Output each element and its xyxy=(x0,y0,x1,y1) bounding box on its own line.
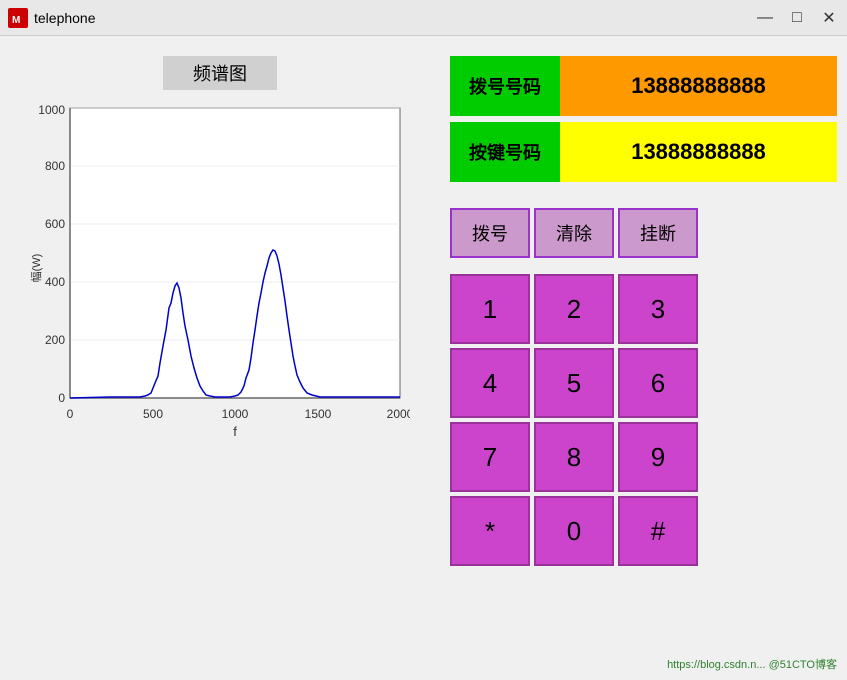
svg-text:600: 600 xyxy=(45,217,65,231)
close-button[interactable]: ✕ xyxy=(819,8,839,28)
svg-text:400: 400 xyxy=(45,275,65,289)
svg-text:f: f xyxy=(233,424,237,438)
num-hash[interactable]: # xyxy=(618,496,698,566)
svg-text:0: 0 xyxy=(67,407,74,421)
numpad: 1 2 3 4 5 6 7 8 9 * 0 # xyxy=(450,274,837,566)
maximize-button[interactable]: □ xyxy=(787,8,807,28)
dial-row: 拨号号码 13888888888 xyxy=(450,56,837,116)
svg-text:1000: 1000 xyxy=(222,407,249,421)
svg-text:500: 500 xyxy=(143,407,163,421)
svg-text:1000: 1000 xyxy=(38,103,65,117)
num-2[interactable]: 2 xyxy=(534,274,614,344)
num-3[interactable]: 3 xyxy=(618,274,698,344)
num-6[interactable]: 6 xyxy=(618,348,698,418)
dial-label: 拨号号码 xyxy=(450,56,560,116)
num-4[interactable]: 4 xyxy=(450,348,530,418)
dial-button[interactable]: 拨号 xyxy=(450,208,530,258)
dial-value: 13888888888 xyxy=(560,56,837,116)
window-title: telephone xyxy=(34,10,96,26)
hangup-button[interactable]: 挂断 xyxy=(618,208,698,258)
controls-area: 拨号号码 13888888888 按键号码 13888888888 拨号 清除 … xyxy=(450,46,837,670)
chart-wrapper: 0 200 400 600 800 1000 0 xyxy=(30,98,410,438)
chart-area: 频谱图 0 200 400 600 800 xyxy=(10,46,430,670)
num-0[interactable]: 0 xyxy=(534,496,614,566)
num-5[interactable]: 5 xyxy=(534,348,614,418)
spectrum-chart: 0 200 400 600 800 1000 0 xyxy=(30,98,410,438)
svg-text:幅(W): 幅(W) xyxy=(30,254,43,283)
key-row: 按键号码 13888888888 xyxy=(450,122,837,182)
main-content: 频谱图 0 200 400 600 800 xyxy=(0,36,847,680)
chart-title: 频谱图 xyxy=(163,56,277,90)
num-star[interactable]: * xyxy=(450,496,530,566)
key-value: 13888888888 xyxy=(560,122,837,182)
app-icon: M xyxy=(8,8,28,28)
clear-button[interactable]: 清除 xyxy=(534,208,614,258)
svg-text:M: M xyxy=(12,15,20,25)
svg-text:800: 800 xyxy=(45,159,65,173)
svg-text:2000: 2000 xyxy=(387,407,410,421)
svg-text:1500: 1500 xyxy=(305,407,332,421)
num-8[interactable]: 8 xyxy=(534,422,614,492)
action-buttons: 拨号 清除 挂断 xyxy=(450,208,837,258)
num-1[interactable]: 1 xyxy=(450,274,530,344)
svg-text:0: 0 xyxy=(58,391,65,405)
minimize-button[interactable]: — xyxy=(755,8,775,28)
watermark: https://blog.csdn.n... @51CTO博客 xyxy=(667,656,837,672)
window-controls: — □ ✕ xyxy=(755,8,839,28)
title-bar: M telephone — □ ✕ xyxy=(0,0,847,36)
key-label: 按键号码 xyxy=(450,122,560,182)
svg-text:200: 200 xyxy=(45,333,65,347)
num-9[interactable]: 9 xyxy=(618,422,698,492)
num-7[interactable]: 7 xyxy=(450,422,530,492)
